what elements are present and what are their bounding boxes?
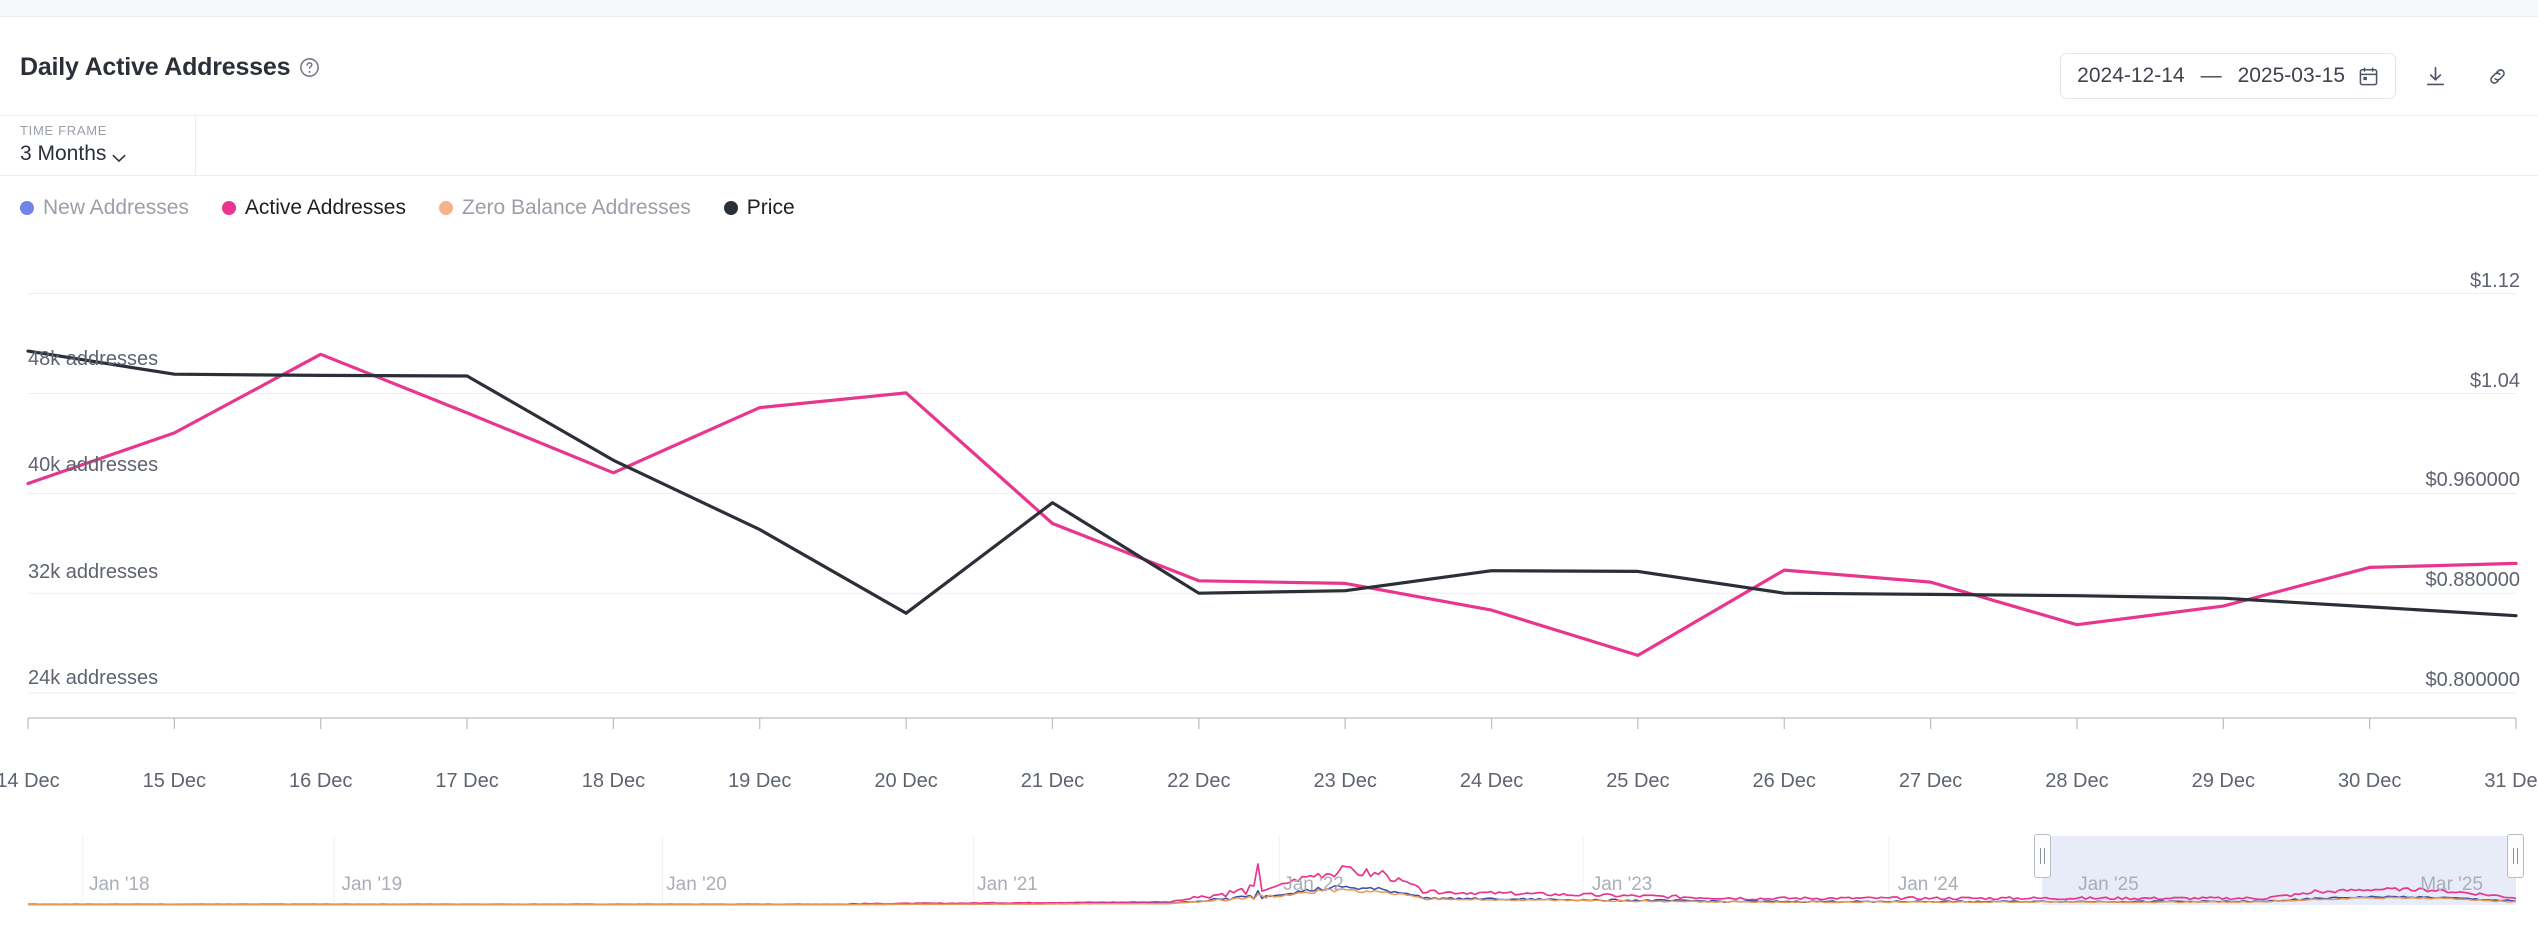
navigator-label: Jan '19 <box>341 874 402 896</box>
timeframe-selector[interactable]: TIME FRAME 3 Months <box>0 116 196 176</box>
legend-item-zero-balance-addresses[interactable]: Zero Balance Addresses <box>439 196 691 220</box>
navigator-label: Jan '21 <box>977 874 1038 896</box>
x-axis-label: 20 Dec <box>874 770 937 793</box>
page-title: Daily Active Addresses <box>20 53 290 82</box>
legend-color-dot <box>222 201 236 215</box>
timeframe-label: TIME FRAME <box>20 123 195 138</box>
navigator-label: Jan '23 <box>1592 874 1653 896</box>
range-navigator[interactable]: Jan '18 Jan '19 Jan '20 Jan '21 Jan '22 Jan '… <box>0 812 2538 938</box>
y-axis-left-label: 32k addresses <box>28 561 158 584</box>
navigator-label: Jan '20 <box>666 874 727 896</box>
x-axis-label: 28 Dec <box>2045 770 2108 793</box>
chart-header: Daily Active Addresses 2024-12-14 — 2025… <box>0 17 2538 116</box>
y-axis-right-label: $0.880000 <box>2425 569 2520 592</box>
calendar-icon[interactable] <box>2358 66 2379 87</box>
legend-item-new-addresses[interactable]: New Addresses <box>20 196 189 220</box>
y-axis-right-label: $1.12 <box>2470 270 2520 293</box>
x-axis-label: 26 Dec <box>1753 770 1816 793</box>
chart-legend: New Addresses Active Addresses Zero Balanc… <box>20 196 828 220</box>
legend-item-active-addresses[interactable]: Active Addresses <box>222 196 406 220</box>
y-axis-right-label: $0.800000 <box>2425 669 2520 692</box>
legend-label: Price <box>747 196 795 220</box>
x-axis-label: 15 Dec <box>143 770 206 793</box>
x-axis-label: 31 Dec <box>2484 770 2538 793</box>
timeframe-row: TIME FRAME 3 Months <box>0 116 2538 176</box>
timeframe-value-group: 3 Months <box>20 142 195 166</box>
y-axis-left-label: 24k addresses <box>28 667 158 690</box>
x-axis-label: 27 Dec <box>1899 770 1962 793</box>
chart-canvas[interactable] <box>0 236 2538 800</box>
series-line-active-addresses <box>28 354 2516 655</box>
copy-link-button[interactable] <box>2474 53 2520 99</box>
x-axis-label: 21 Dec <box>1021 770 1084 793</box>
y-axis-right-label: $1.04 <box>2470 370 2520 393</box>
header-controls: 2024-12-14 — 2025-03-15 <box>2060 53 2520 99</box>
series-line-price <box>28 351 2516 616</box>
chevron-down-icon <box>112 150 126 159</box>
x-axis-label: 19 Dec <box>728 770 791 793</box>
date-from[interactable]: 2024-12-14 <box>2077 64 2184 88</box>
legend-label: Zero Balance Addresses <box>462 196 691 220</box>
y-axis-left-label: 40k addresses <box>28 454 158 477</box>
y-axis-left-label: 48k addresses <box>28 348 158 371</box>
download-button[interactable] <box>2412 53 2458 99</box>
navigator-label: Jan '22 <box>1283 874 1344 896</box>
x-axis-label: 17 Dec <box>435 770 498 793</box>
timeframe-value: 3 Months <box>20 142 106 166</box>
date-separator: — <box>2185 64 2238 88</box>
legend-color-dot <box>20 201 34 215</box>
x-axis-label: 24 Dec <box>1460 770 1523 793</box>
y-axis-right-label: $0.960000 <box>2425 469 2520 492</box>
legend-color-dot <box>724 201 738 215</box>
top-strip <box>0 0 2538 17</box>
legend-label: New Addresses <box>43 196 189 220</box>
x-axis-label: 18 Dec <box>582 770 645 793</box>
x-axis-label: 22 Dec <box>1167 770 1230 793</box>
navigator-label: Mar '25 <box>2420 874 2483 896</box>
legend-item-price[interactable]: Price <box>724 196 795 220</box>
navigator-label: Jan '18 <box>89 874 150 896</box>
date-range-picker[interactable]: 2024-12-14 — 2025-03-15 <box>2060 53 2396 99</box>
x-axis-label: 14 Dec <box>0 770 60 793</box>
x-axis-label: 30 Dec <box>2338 770 2401 793</box>
navigator-handle-right[interactable] <box>2507 834 2524 878</box>
legend-label: Active Addresses <box>245 196 406 220</box>
x-axis-label: 29 Dec <box>2192 770 2255 793</box>
x-axis-label: 25 Dec <box>1606 770 1669 793</box>
x-axis-label: 16 Dec <box>289 770 352 793</box>
legend-color-dot <box>439 201 453 215</box>
chart-plot-area[interactable] <box>0 236 2538 800</box>
x-axis-label: 23 Dec <box>1313 770 1376 793</box>
navigator-handle-left[interactable] <box>2034 834 2051 878</box>
chart-page: Daily Active Addresses 2024-12-14 — 2025… <box>0 0 2538 938</box>
title-group: Daily Active Addresses <box>20 53 320 82</box>
navigator-label: Jan '25 <box>2078 874 2139 896</box>
question-circle-icon[interactable] <box>299 57 320 78</box>
navigator-label: Jan '24 <box>1898 874 1959 896</box>
date-to[interactable]: 2025-03-15 <box>2238 64 2345 88</box>
